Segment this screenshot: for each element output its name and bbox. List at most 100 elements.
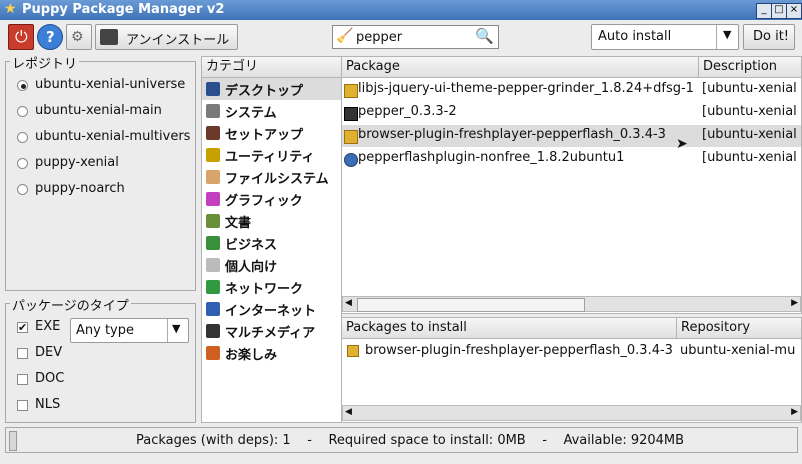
search-icon[interactable]: 🔍 [475,27,494,45]
title-bar[interactable]: ★ Puppy Package Manager v2 _ □ × [0,0,802,20]
category-item[interactable]: ネットワーク [202,276,341,298]
doc-checkbox[interactable] [17,374,28,385]
uninstall-icon [100,29,118,45]
type-filter-select[interactable]: Any type ▼ [70,318,189,343]
category-item[interactable]: お楽しみ [202,342,341,364]
package-hscrollbar[interactable]: ◀ ▶ [342,296,801,312]
repo-radio-4[interactable] [17,158,28,169]
repository-legend: レポジトリ [10,53,80,72]
install-mode-value: Auto install [598,29,672,44]
category-item[interactable]: ビジネス [202,232,341,254]
install-row-repository[interactable]: ubuntu-xenial-mu [680,343,800,358]
terminal-icon [344,107,358,121]
repo-radio-5[interactable] [17,184,28,195]
category-label: インターネット [225,304,317,319]
quit-button[interactable]: ⏻ [8,24,34,50]
minimize-icon[interactable]: _ [756,3,772,19]
system-icon [206,104,220,118]
package-name: pepperflashplugin-nonfree_1.8.2ubuntu1 [358,150,625,165]
description-column-header[interactable]: Description [698,56,802,78]
utility-icon [206,148,220,162]
document-icon [206,214,220,228]
repo-label-3: ubuntu-xenial-multivers [35,129,191,144]
category-item[interactable]: 個人向け [202,254,341,276]
search-input[interactable]: 🧹 pepper 🔍 [332,25,499,49]
nls-label: NLS [35,397,61,412]
uninstall-label: アンインストール [126,33,230,48]
package-row[interactable]: libjs-jquery-ui-theme-pepper-grinder_1.8… [342,79,801,101]
category-item[interactable]: インターネット [202,298,341,320]
package-row[interactable]: pepperflashplugin-nonfree_1.8.2ubuntu1 [u… [342,148,801,170]
configure-button[interactable]: ⚙ [66,24,92,50]
chevron-down-icon: ▼ [172,322,181,335]
chevron-down-icon: ▼ [723,28,732,41]
category-item[interactable]: ファイルシステム [202,166,341,188]
category-item[interactable]: デスクトップ [202,78,341,100]
scroll-right-icon[interactable]: ▶ [791,298,798,308]
status-text: Packages (with deps): 1 - Required space… [136,433,685,448]
nls-checkbox[interactable] [17,400,28,411]
category-label: ユーティリティ [225,150,315,165]
close-icon[interactable]: × [786,3,802,19]
window-title: Puppy Package Manager v2 [22,2,225,17]
desktop-icon [206,82,220,96]
repo-label-2: ubuntu-xenial-main [35,103,162,118]
multimedia-icon [206,324,220,338]
scroll-right-icon[interactable]: ▶ [791,407,798,417]
exe-checkbox[interactable]: ✔ [17,322,28,333]
package-icon [347,345,359,357]
category-item[interactable]: 文書 [202,210,341,232]
category-item[interactable]: ユーティリティ [202,144,341,166]
category-item[interactable]: マルチメディア [202,320,341,342]
install-mode-select[interactable]: Auto install ▼ [591,24,739,50]
package-row[interactable]: pepper_0.3.3-2 [ubuntu-xenial [342,102,801,124]
uninstall-button[interactable]: アンインストール [95,24,238,50]
package-row[interactable]: browser-plugin-freshplayer-pepperflash_0… [342,125,801,147]
configure-icon: ⚙ [71,29,84,45]
repo-label-1: ubuntu-xenial-universe [35,77,186,92]
install-row-name[interactable]: browser-plugin-freshplayer-pepperflash_0… [365,343,675,358]
category-label: グラフィック [225,194,303,209]
network-icon [206,280,220,294]
repo-label-5: puppy-noarch [35,181,125,196]
repo-label-4: puppy-xenial [35,155,119,170]
help-icon: ? [46,28,55,46]
repo-radio-3[interactable] [17,132,28,143]
progress-bar [9,431,17,451]
scroll-thumb[interactable] [357,298,585,312]
doit-label: Do it! [753,29,790,44]
category-label: ネットワーク [225,282,304,297]
install-hscrollbar[interactable]: ◀ ▶ [342,405,801,421]
category-item[interactable]: システム [202,100,341,122]
search-value: pepper [356,30,403,45]
package-description: [ubuntu-xenial [702,81,797,96]
setup-icon [206,126,220,140]
calendar-icon [206,258,220,272]
help-button[interactable]: ? [37,24,63,50]
category-item[interactable]: セットアップ [202,122,341,144]
package-description: [ubuntu-xenial [702,150,797,165]
repo-radio-2[interactable] [17,106,28,117]
repo-radio-1[interactable] [17,80,28,91]
package-description: [ubuntu-xenial [702,127,797,142]
category-item[interactable]: グラフィック [202,188,341,210]
star-icon: ★ [4,1,17,17]
install-repository-header[interactable]: Repository [676,317,802,339]
category-label: ファイルシステム [225,172,329,187]
category-label: セットアップ [225,128,304,143]
scroll-left-icon[interactable]: ◀ [345,407,352,417]
repository-frame: レポジトリ [5,53,196,291]
package-icon [344,84,358,98]
doit-button[interactable]: Do it! [743,24,795,50]
maximize-icon[interactable]: □ [771,3,787,19]
exe-label: EXE [35,319,61,334]
dev-checkbox[interactable] [17,348,28,359]
graphic-icon [206,192,220,206]
package-type-legend: パッケージのタイプ [10,295,131,314]
category-label: マルチメディア [225,326,316,341]
category-header[interactable]: カテゴリ [201,56,342,78]
folder-icon [206,170,220,184]
scroll-left-icon[interactable]: ◀ [345,298,352,308]
package-column-header[interactable]: Package [341,56,699,78]
install-package-header[interactable]: Packages to install [341,317,677,339]
